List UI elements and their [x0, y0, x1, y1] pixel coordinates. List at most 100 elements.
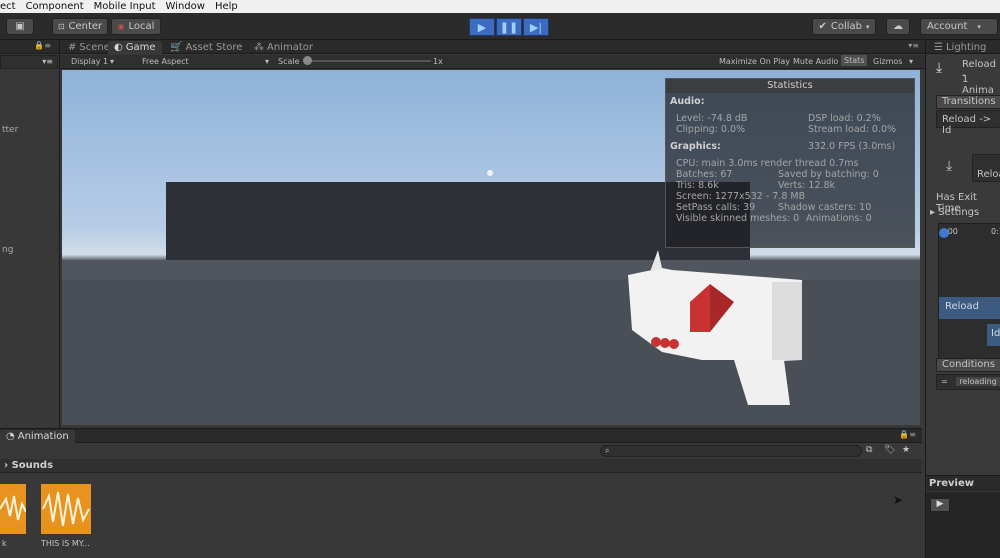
saved-by-batching: Saved by batching: 0 — [778, 169, 879, 180]
audio-level: Level: -74.8 dB — [676, 113, 748, 124]
statistics-title: Statistics — [666, 79, 914, 93]
transition-list-item[interactable]: Reload -> Id — [936, 110, 1000, 136]
conditions-label: Conditions — [942, 359, 995, 370]
screen-size: Screen: 1277x532 - 7.8 MB — [676, 191, 806, 202]
pivot-label: Center — [68, 21, 103, 32]
asset-label: THIS IS MY... — [41, 539, 90, 548]
track-idle[interactable]: Id — [987, 324, 1000, 346]
account-button[interactable]: Account ▾ — [920, 18, 998, 35]
settings-foldout[interactable]: ▸ Settings — [930, 207, 979, 218]
statistics-panel: Statistics Audio: Level: -74.8 dB DSP lo… — [665, 78, 915, 248]
display-dropdown[interactable]: Display 1 — [71, 57, 108, 66]
toolbar: ▣ ⊡ Center ◉ Local ▶ ❚❚ ▶| ✔ Collab ▾ ☁ … — [0, 13, 1000, 40]
play-button[interactable]: ▶ — [469, 18, 495, 36]
tab-game-label: Game — [125, 42, 156, 53]
track-reload[interactable]: Reload — [939, 297, 1000, 319]
game-icon: ◐ — [114, 42, 123, 53]
chevron-down-icon: ▾ — [265, 57, 270, 66]
pivot-center-button[interactable]: ⊡ Center — [52, 18, 108, 35]
pause-button[interactable]: ❚❚ — [496, 18, 522, 36]
hierarchy-item[interactable]: ng — [2, 245, 13, 255]
preview-header: Preview — [926, 475, 1000, 491]
graphics-header: Graphics: — [670, 141, 721, 152]
inspector-tabbar: ☰ Lighting — [926, 40, 1000, 54]
space-label: Local — [128, 21, 155, 32]
lighting-icon: ☰ — [934, 42, 943, 53]
stats-toggle[interactable]: Stats — [841, 55, 868, 66]
ground-horizon — [62, 260, 920, 280]
menu-window[interactable]: Window — [166, 1, 205, 12]
chevron-down-icon: ▾ — [866, 22, 870, 31]
pivot-icon: ⊡ — [57, 22, 65, 31]
lock-icon[interactable]: 🔒≡ — [34, 41, 51, 50]
menu-mobile-input[interactable]: Mobile Input — [94, 1, 156, 12]
scale-value: 1x — [433, 57, 443, 66]
audio-asset-thumbnail[interactable] — [0, 484, 27, 534]
tab-game[interactable]: ◐ Game — [108, 41, 162, 54]
space-local-button[interactable]: ◉ Local — [111, 18, 161, 35]
scale-slider-handle[interactable] — [303, 56, 312, 65]
crosshair-icon — [487, 170, 493, 176]
lock-icon[interactable]: 🔒≡ — [899, 430, 916, 439]
hierarchy-item[interactable]: tter — [2, 125, 18, 135]
menu-component[interactable]: Component — [26, 1, 84, 12]
stream-load: Stream load: 0.0% — [808, 124, 897, 135]
conditions-header: Conditions — [936, 358, 1000, 372]
tab-animation[interactable]: ◔ Animation — [0, 430, 75, 443]
asset-label: k — [2, 539, 7, 548]
cpu-time: CPU: main 3.0ms render thread 0.7ms — [676, 158, 859, 169]
animation-icon: ◔ — [6, 431, 15, 442]
mute-audio-toggle[interactable]: Mute Audio — [793, 57, 838, 66]
transition-timeline[interactable]: :00 0:1 Reload Id — [938, 223, 1000, 363]
preview-play-button[interactable]: ▶ — [930, 498, 950, 512]
transitions-label: Transitions — [942, 96, 996, 107]
local-space-icon: ◉ — [117, 22, 125, 31]
hierarchy-search[interactable]: ▾≡ — [0, 55, 58, 69]
chevron-down-icon: ▾ — [909, 57, 914, 66]
verts: Verts: 12.8k — [778, 180, 836, 191]
condition-row[interactable]: = reloading — [936, 374, 1000, 390]
setpass-calls: SetPass calls: 39 — [676, 202, 756, 213]
account-label: Account — [927, 21, 968, 32]
filter-label-icon[interactable]: 🏷 — [884, 445, 895, 455]
aspect-dropdown[interactable]: Free Aspect — [142, 57, 189, 66]
cloud-button[interactable]: ☁ — [886, 18, 910, 35]
breadcrumb-sounds[interactable]: › Sounds — [4, 460, 53, 471]
timeline-end: 0:1 — [991, 227, 1000, 236]
tab-asset-store[interactable]: 🛒 Asset Store — [164, 41, 248, 54]
gizmos-dropdown[interactable]: Gizmos — [873, 57, 902, 66]
favorite-star-icon[interactable]: ★ — [902, 445, 910, 455]
rect-tool-button[interactable]: ▣ — [6, 18, 34, 35]
tab-lighting[interactable]: ☰ Lighting — [928, 41, 992, 54]
play-icon: ▶ — [477, 20, 487, 34]
visible-skinned-meshes: Visible skinned meshes: 0 — [676, 213, 800, 224]
maximize-on-play-toggle[interactable]: Maximize On Play — [719, 57, 790, 66]
tab-animation-label: Animation — [17, 431, 69, 442]
preview-area[interactable]: ▶ — [926, 492, 1000, 558]
dsp-load: DSP load: 0.2% — [808, 113, 881, 124]
tab-scene-label: Scene — [79, 42, 110, 53]
transition-name-field[interactable]: Reloa — [972, 154, 1000, 182]
filter-type-icon[interactable]: ⧉ — [866, 445, 872, 455]
scale-slider[interactable] — [303, 60, 431, 62]
batches: Batches: 67 — [676, 169, 733, 180]
collab-label: Collab — [830, 21, 863, 32]
drag-handle-icon: = — [941, 377, 948, 386]
audio-asset-thumbnail[interactable] — [41, 484, 91, 534]
game-view-toolbar: Display 1 ▾ Free Aspect ▾ Scale 1x Maxim… — [60, 55, 925, 69]
track-idle-label: Id — [991, 328, 1000, 339]
breadcrumb-label: Sounds — [11, 460, 54, 471]
tab-animator[interactable]: ⁂ Animator — [248, 41, 319, 54]
animation-count: 1 Anima — [962, 74, 994, 96]
condition-parameter-dropdown[interactable]: reloading — [956, 377, 1000, 386]
menu-icon: ▾≡ — [42, 57, 53, 66]
timeline-marker[interactable] — [939, 228, 949, 238]
project-search-input[interactable]: ⌕ — [600, 445, 862, 457]
menu-help[interactable]: Help — [215, 1, 238, 12]
step-button[interactable]: ▶| — [523, 18, 549, 36]
collab-button[interactable]: ✔ Collab ▾ — [812, 18, 876, 35]
dark-wall — [166, 182, 750, 262]
state-icon: ⤓ — [946, 158, 953, 174]
panel-menu-icon[interactable]: ▾≡ — [908, 41, 919, 50]
menu-edit[interactable]: ect — [0, 1, 16, 12]
